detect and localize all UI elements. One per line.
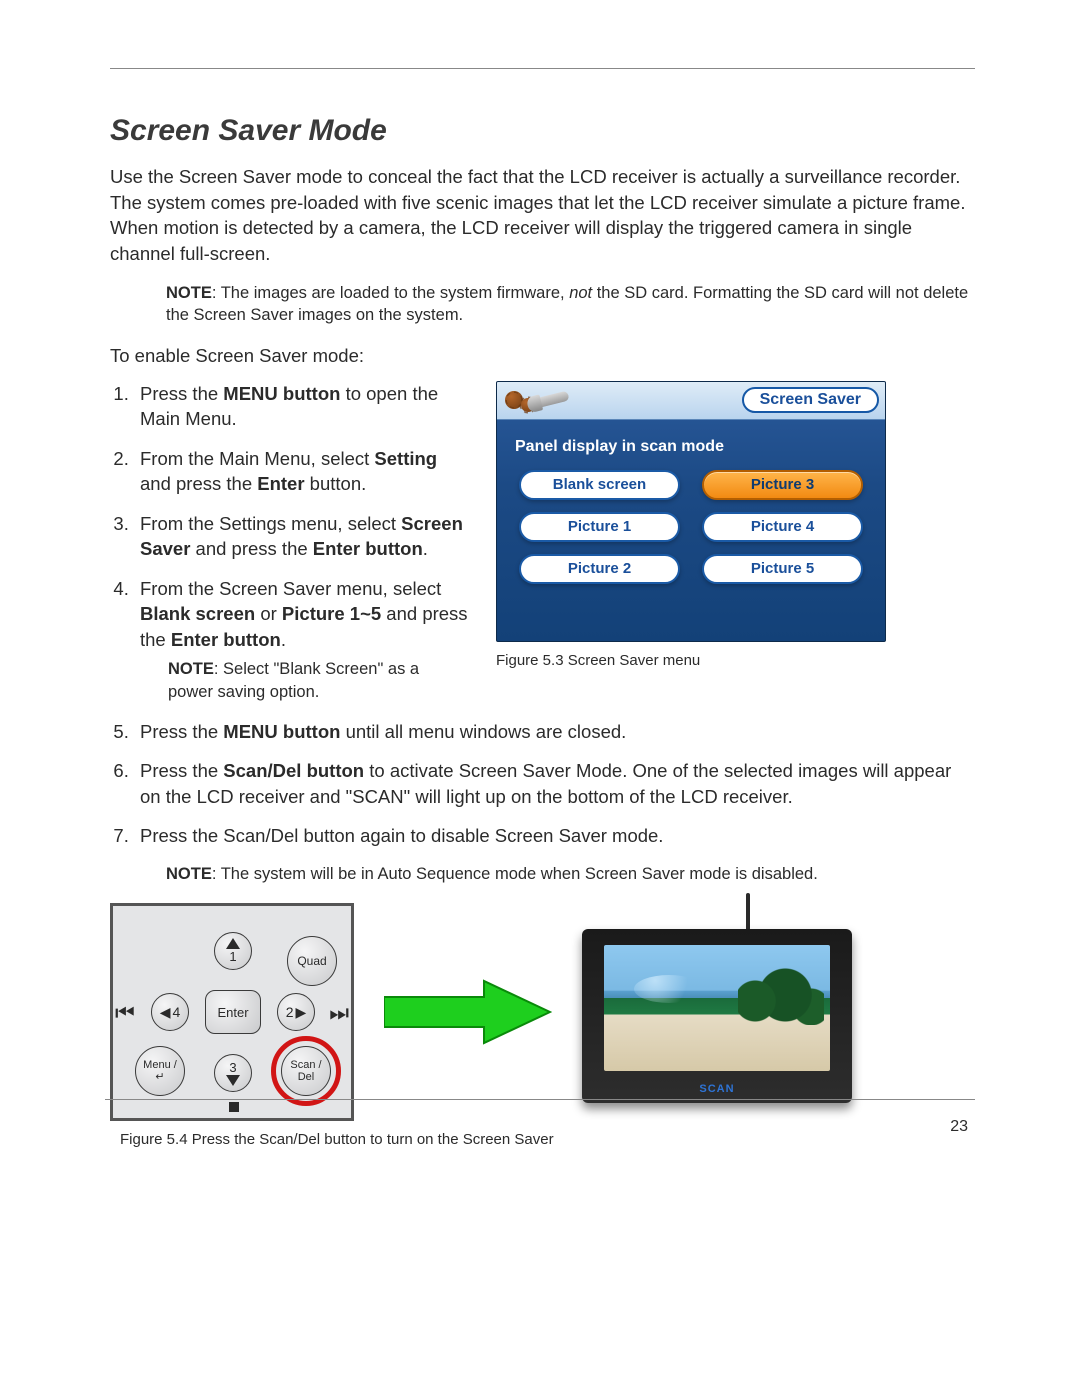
step-bold: Scan/Del button (223, 760, 364, 781)
left-button: ◀4 (151, 993, 189, 1031)
step-6: Press the Scan/Del button to activate Sc… (134, 758, 975, 809)
lcd-monitor-illustration: SCAN (582, 905, 852, 1119)
label: Del (298, 1071, 315, 1083)
remote-dpad-illustration: ⏮ ⏭ Enter 1 3 ◀4 2▶ Quad (110, 903, 354, 1121)
step-4: From the Screen Saver menu, select Blank… (134, 576, 468, 703)
step-text: Press the (140, 383, 223, 404)
label: 2 (286, 1004, 294, 1020)
step-text: . (281, 629, 286, 650)
note-label: NOTE (168, 660, 214, 678)
step-5: Press the MENU button until all menu win… (134, 719, 975, 745)
step4-note: NOTE: Select "Blank Screen" as a power s… (140, 658, 468, 703)
note1-italic: not (569, 284, 592, 302)
quad-button: Quad (287, 936, 337, 986)
intro-paragraph: Use the Screen Saver mode to conceal the… (110, 164, 975, 266)
top-rule (110, 68, 975, 69)
figure-5-4-row: ⏮ ⏭ Enter 1 3 ◀4 2▶ Quad (110, 903, 975, 1121)
enter-button: Enter (205, 990, 261, 1034)
step-bold: Blank screen (140, 603, 255, 624)
menu-option-button: Picture 4 (702, 512, 863, 542)
trees-illustration (738, 965, 824, 1025)
menu-button-grid: Blank screen Picture 3 Picture 1 Picture 4 P… (497, 470, 885, 584)
menu-title-pill: Screen Saver (742, 387, 879, 413)
scan-del-button: Scan / Del (281, 1046, 331, 1096)
arrow-right-icon (384, 979, 552, 1045)
menu-option-button: Picture 1 (519, 512, 680, 542)
note-text: : The system will be in Auto Sequence mo… (212, 865, 818, 883)
figure-5-3: Screen Saver Panel display in scan mode … (496, 381, 975, 669)
document-page: Screen Saver Mode Use the Screen Saver m… (0, 0, 1080, 1178)
step-text: Press the (140, 721, 223, 742)
step-3: From the Settings menu, select Screen Sa… (134, 511, 468, 562)
step-bold: Enter button (171, 629, 281, 650)
wrench-icon (530, 391, 569, 410)
step-text: button. (305, 473, 367, 494)
right-button: 2▶ (277, 993, 315, 1031)
step-bold: Enter (257, 473, 304, 494)
label: Scan / (290, 1059, 321, 1071)
step-bold: MENU button (223, 383, 340, 404)
monitor-bezel: SCAN (582, 929, 852, 1103)
step-text: From the Main Menu, select (140, 448, 374, 469)
step-text: or (255, 603, 282, 624)
down-button: 3 (214, 1054, 252, 1092)
note1-before: : The images are loaded to the system fi… (212, 284, 569, 302)
label: 1 (229, 949, 236, 964)
return-icon: ↵ (155, 1071, 164, 1083)
settings-icon-group (505, 388, 569, 412)
step-text: Press the Scan/Del button again to disab… (140, 825, 663, 846)
menu-option-button: Blank screen (519, 470, 680, 500)
step-text: and press the (190, 538, 312, 559)
figure-5-3-caption: Figure 5.3 Screen Saver menu (496, 652, 886, 669)
next-track-icon: ⏭ (329, 1002, 349, 1024)
step-2: From the Main Menu, select Setting and p… (134, 446, 468, 497)
menu-titlebar: Screen Saver (497, 382, 885, 420)
menu-option-button: Picture 2 (519, 554, 680, 584)
step-bold: Setting (374, 448, 437, 469)
scan-indicator: SCAN (582, 1083, 852, 1095)
step-bold: Picture 1~5 (282, 603, 381, 624)
step-text: and press the (140, 473, 257, 494)
panel-subtitle: Panel display in scan mode (497, 420, 885, 470)
step-bold: MENU button (223, 721, 340, 742)
label: 3 (229, 1060, 236, 1075)
step-bold: Enter button (313, 538, 423, 559)
menu-button: Menu / ↵ (135, 1046, 185, 1096)
triangle-down-icon (226, 1075, 240, 1086)
ordered-steps-continued: Press the MENU button until all menu win… (110, 719, 975, 849)
figure-5-4-caption: Figure 5.4 Press the Scan/Del button to … (120, 1131, 975, 1148)
bottom-rule (105, 1099, 975, 1100)
triangle-up-icon (226, 938, 240, 949)
step-text: From the Settings menu, select (140, 513, 401, 534)
monitor-screen (604, 945, 830, 1071)
page-number: 23 (950, 1118, 968, 1136)
step-text: until all menu windows are closed. (340, 721, 626, 742)
enable-line: To enable Screen Saver mode: (110, 345, 975, 367)
menu-option-button: Picture 3 (702, 470, 863, 500)
ordered-steps: Press the MENU button to open the Main M… (110, 381, 468, 703)
label: Menu / (143, 1059, 177, 1071)
section-heading: Screen Saver Mode (110, 114, 975, 148)
screen-saver-menu-panel: Screen Saver Panel display in scan mode … (496, 381, 886, 642)
menu-option-button: Picture 5 (702, 554, 863, 584)
two-column-region: Press the MENU button to open the Main M… (110, 381, 975, 717)
step-7: Press the Scan/Del button again to disab… (134, 823, 975, 849)
note-label: NOTE (166, 865, 212, 883)
prev-track-icon: ⏮ (115, 1002, 135, 1024)
step-text: Press the (140, 760, 223, 781)
step-text: From the Screen Saver menu, select (140, 578, 441, 599)
up-button: 1 (214, 932, 252, 970)
stop-icon (229, 1102, 239, 1112)
step-1: Press the MENU button to open the Main M… (134, 381, 468, 432)
steps-column: Press the MENU button to open the Main M… (110, 381, 468, 717)
note-block-1: NOTE: The images are loaded to the syste… (110, 282, 975, 327)
note-block-2: NOTE: The system will be in Auto Sequenc… (110, 863, 975, 885)
label: 4 (172, 1004, 180, 1020)
note1-label: NOTE (166, 284, 212, 302)
step-text: . (423, 538, 428, 559)
